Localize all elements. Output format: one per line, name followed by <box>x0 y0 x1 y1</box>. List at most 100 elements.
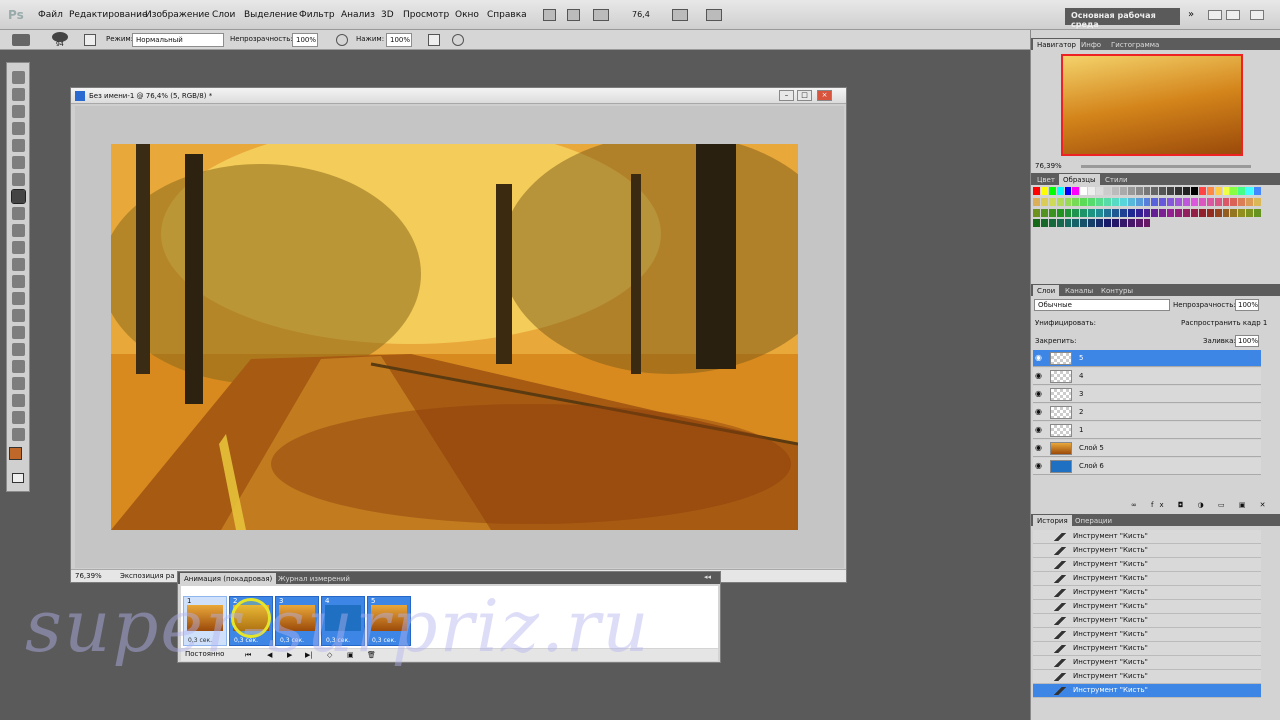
color-swatch[interactable] <box>1064 208 1072 217</box>
doc-maximize-button[interactable]: □ <box>797 90 812 101</box>
history-item[interactable]: Инструмент "Кисть" <box>1033 544 1261 558</box>
workspace-switcher[interactable]: Основная рабочая среда <box>1065 8 1180 29</box>
minimize-app-icon[interactable] <box>1226 10 1240 20</box>
fill-input[interactable]: 100% <box>1235 335 1259 347</box>
color-swatch[interactable] <box>1183 197 1190 206</box>
color-swatch[interactable] <box>1119 197 1127 206</box>
color-swatch[interactable] <box>1183 219 1190 227</box>
tab-info[interactable]: Инфо <box>1077 39 1105 50</box>
3d-orbit-tool-icon[interactable] <box>12 394 25 407</box>
color-swatch[interactable] <box>1246 187 1254 195</box>
tab-styles[interactable]: Стили <box>1101 174 1132 185</box>
color-swatch[interactable] <box>1254 208 1261 217</box>
color-swatch[interactable] <box>1238 197 1246 206</box>
menu-filter[interactable]: Фильтр <box>299 10 335 20</box>
color-swatch[interactable] <box>1033 197 1040 206</box>
menu-image[interactable]: Изображение <box>145 10 210 20</box>
color-swatch[interactable] <box>1033 219 1040 228</box>
airbrush-icon[interactable] <box>428 34 440 46</box>
color-swatch[interactable] <box>1064 219 1072 228</box>
color-swatch[interactable] <box>1190 197 1198 206</box>
history-item[interactable]: Инструмент "Кисть" <box>1033 628 1261 642</box>
color-swatch[interactable] <box>1119 187 1127 195</box>
visibility-eye-icon[interactable]: ◉ <box>1035 425 1045 435</box>
brush-panel-icon[interactable] <box>84 34 96 46</box>
dodge-tool-icon[interactable] <box>12 292 25 305</box>
tab-measurement-log[interactable]: Журнал измерений <box>274 573 354 584</box>
color-swatch[interactable] <box>1151 187 1159 195</box>
color-swatch[interactable] <box>1214 187 1222 195</box>
tab-history[interactable]: История <box>1033 515 1072 526</box>
document-title-bar[interactable]: Без имени-1 @ 76,4% (5, RGB/8) * – □ × <box>71 88 846 104</box>
color-swatch[interactable] <box>1230 197 1238 206</box>
color-swatch[interactable] <box>1040 187 1048 195</box>
color-swatch[interactable] <box>1056 197 1064 206</box>
color-swatch[interactable] <box>1143 208 1151 217</box>
stamp-tool-icon[interactable] <box>12 207 25 220</box>
history-item[interactable]: Инструмент "Кисть" <box>1033 586 1261 600</box>
color-swatch[interactable] <box>1056 208 1064 217</box>
close-app-icon[interactable] <box>1250 10 1264 20</box>
doc-close-button[interactable]: × <box>817 90 832 101</box>
color-swatch[interactable] <box>1080 208 1088 217</box>
tablet-size-icon[interactable] <box>452 34 464 46</box>
history-item[interactable]: Инструмент "Кисть" <box>1033 670 1261 684</box>
color-swatch[interactable] <box>1048 219 1056 228</box>
color-swatch[interactable] <box>1072 197 1080 206</box>
color-swatch[interactable] <box>1246 219 1253 227</box>
color-swatch[interactable] <box>1214 197 1222 206</box>
more-workspaces-icon[interactable]: » <box>1188 9 1194 20</box>
gradient-tool-icon[interactable] <box>12 258 25 271</box>
tab-channels[interactable]: Каналы <box>1061 285 1097 296</box>
hand-tool-icon[interactable] <box>12 411 25 424</box>
menu-file[interactable]: Файл <box>38 10 63 20</box>
color-swatch[interactable] <box>1033 208 1040 217</box>
canvas-image[interactable] <box>111 144 798 530</box>
tablet-opacity-icon[interactable] <box>336 34 348 46</box>
color-swatch[interactable] <box>1175 197 1183 206</box>
color-swatch[interactable] <box>1143 187 1151 195</box>
layer-opacity-input[interactable]: 100% <box>1235 299 1259 311</box>
color-swatch[interactable] <box>1206 208 1214 217</box>
color-swatch[interactable] <box>1207 219 1214 227</box>
menu-select[interactable]: Выделение <box>244 10 298 20</box>
color-swatch[interactable] <box>1151 219 1158 227</box>
layer-name[interactable]: 3 <box>1079 390 1083 398</box>
color-swatch[interactable] <box>1056 187 1064 195</box>
color-swatch[interactable] <box>1246 208 1254 217</box>
color-swatch[interactable] <box>1088 187 1096 195</box>
color-swatch[interactable] <box>1183 187 1190 195</box>
layer-name[interactable]: Слой 6 <box>1079 462 1104 470</box>
color-swatch[interactable] <box>1254 219 1261 227</box>
color-swatch[interactable] <box>1040 197 1048 206</box>
color-swatch[interactable] <box>1040 208 1048 217</box>
layer-row[interactable]: ◉ Слой 5 <box>1033 440 1261 457</box>
menu-3d[interactable]: 3D <box>381 10 394 20</box>
quick-mask-icon[interactable] <box>12 473 24 483</box>
mode-select[interactable]: Нормальный <box>132 33 224 47</box>
history-item[interactable]: Инструмент "Кисть" <box>1033 600 1261 614</box>
color-swatch[interactable] <box>1111 219 1119 228</box>
color-swatch[interactable] <box>1222 197 1230 206</box>
arrange-icon[interactable] <box>672 9 688 21</box>
layer-row[interactable]: ◉ 5 <box>1033 350 1261 367</box>
color-swatch[interactable] <box>1135 187 1143 195</box>
color-swatch[interactable] <box>1206 197 1214 206</box>
brush-tool-icon[interactable] <box>11 189 26 204</box>
menu-analysis[interactable]: Анализ <box>341 10 375 20</box>
color-swatch[interactable] <box>1127 208 1135 217</box>
panel-collapse-icon[interactable]: ◂◂ <box>704 573 711 581</box>
color-swatch[interactable] <box>1127 219 1135 228</box>
color-swatch[interactable] <box>1167 219 1174 227</box>
color-swatch[interactable] <box>1215 219 1222 227</box>
history-item[interactable]: Инструмент "Кисть" <box>1033 642 1261 656</box>
marquee-tool-icon[interactable] <box>12 88 25 101</box>
color-swatch[interactable] <box>1175 187 1183 195</box>
tab-animation[interactable]: Анимация (покадровая) <box>180 573 277 584</box>
color-swatch[interactable] <box>1222 208 1230 217</box>
visibility-eye-icon[interactable]: ◉ <box>1035 461 1045 471</box>
color-swatch[interactable] <box>1080 187 1088 195</box>
layer-name[interactable]: Слой 5 <box>1079 444 1104 452</box>
color-swatch[interactable] <box>1175 219 1182 227</box>
color-swatch[interactable] <box>1064 197 1072 206</box>
